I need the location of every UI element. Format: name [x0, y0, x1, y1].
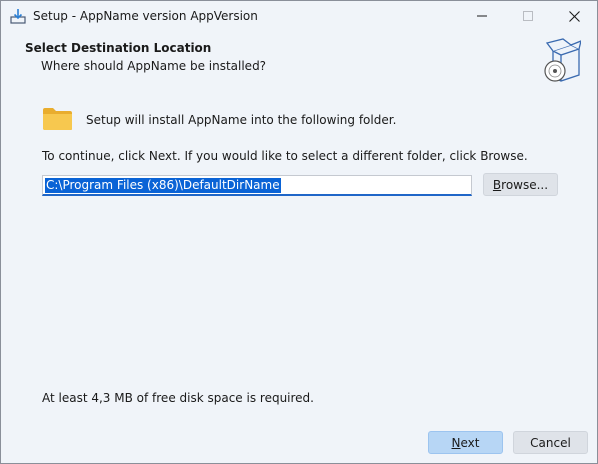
wizard-header: Select Destination Location Where should… — [1, 31, 597, 91]
page-title: Select Destination Location — [25, 41, 212, 55]
close-button[interactable] — [551, 1, 597, 31]
minimize-button[interactable] — [459, 1, 505, 31]
maximize-icon — [523, 11, 533, 21]
software-box-disc-icon — [544, 38, 581, 82]
destination-folder-input[interactable]: C:\Program Files (x86)\DefaultDirName — [42, 175, 472, 196]
installer-download-icon — [10, 9, 26, 24]
install-info-text: Setup will install AppName into the foll… — [86, 113, 397, 127]
destination-folder-value: C:\Program Files (x86)\DefaultDirName — [45, 177, 281, 193]
minimize-icon — [477, 15, 487, 17]
window-title: Setup - AppName version AppVersion — [33, 9, 258, 23]
browse-label: rowse... — [501, 177, 549, 192]
folder-icon — [43, 108, 72, 130]
setup-window: Setup - AppName version AppVersion Selec… — [0, 0, 598, 464]
page-subtitle: Where should AppName be installed? — [41, 59, 267, 73]
maximize-button[interactable] — [505, 1, 551, 31]
cancel-label: Cancel — [530, 435, 571, 450]
continue-instructions: To continue, click Next. If you would li… — [42, 149, 528, 163]
next-accelerator: N — [451, 435, 461, 450]
title-bar[interactable]: Setup - AppName version AppVersion — [1, 1, 597, 31]
browse-button[interactable]: Browse... — [483, 173, 558, 196]
cancel-button[interactable]: Cancel — [513, 431, 588, 454]
close-icon — [568, 10, 580, 22]
next-label: ext — [460, 435, 480, 450]
next-button[interactable]: Next — [428, 431, 503, 454]
disk-space-requirement: At least 4,3 MB of free disk space is re… — [42, 391, 314, 405]
browse-accelerator: B — [492, 177, 502, 192]
